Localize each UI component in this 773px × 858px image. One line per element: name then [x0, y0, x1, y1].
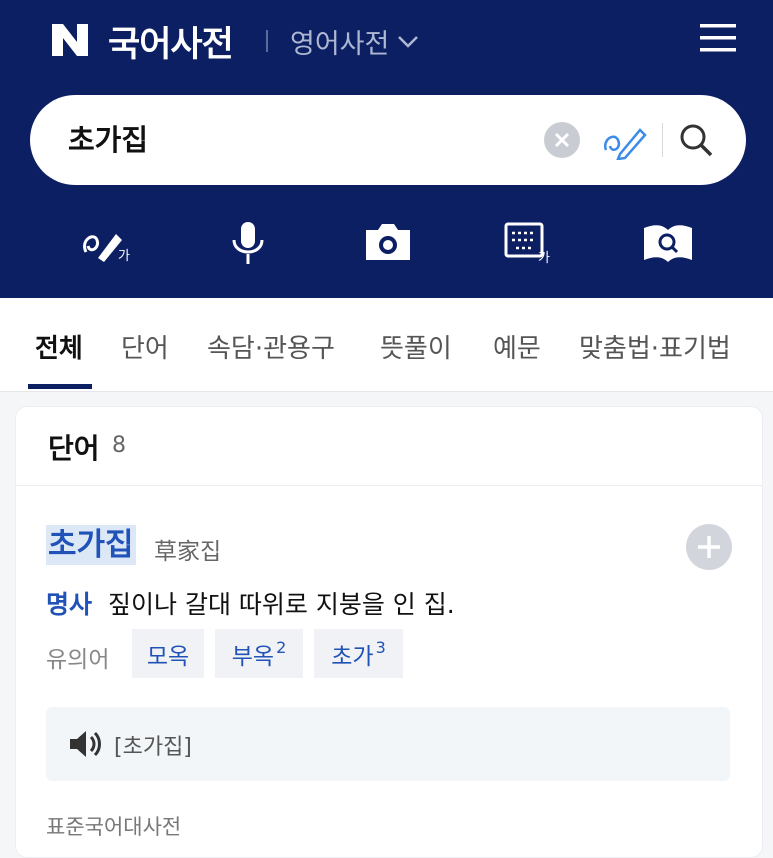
dictionary-source[interactable]: 표준국어대사전 [46, 811, 181, 841]
result-count: 8 [112, 433, 126, 458]
add-to-wordbook-icon[interactable] [686, 524, 732, 570]
header-divider [266, 30, 268, 52]
pronunciation-box: [초가집] [46, 707, 730, 781]
app-header: 국어사전 영어사전 가 [0, 0, 773, 298]
tab-idiom[interactable]: 속담·관용구 [207, 328, 335, 365]
search-icon[interactable] [678, 122, 714, 158]
tab-definition[interactable]: 뜻풀이 [380, 328, 452, 365]
search-input[interactable] [68, 121, 528, 155]
keyboard-icon[interactable]: 가 [500, 218, 556, 266]
entry-hanja: 草家집 [154, 539, 222, 565]
synonym-text: 초가 [331, 643, 374, 670]
synonym-text: 모옥 [146, 643, 190, 670]
clear-icon[interactable] [544, 122, 580, 158]
card-divider [16, 485, 762, 486]
naver-logo-icon[interactable] [50, 22, 90, 58]
microphone-icon[interactable] [220, 218, 276, 266]
search-separator [662, 123, 663, 157]
camera-icon[interactable] [360, 218, 416, 266]
handwriting-icon[interactable] [600, 120, 648, 160]
tab-spelling[interactable]: 맞춤법·표기법 [579, 328, 731, 365]
synonym-homonym-number: 3 [375, 638, 386, 657]
handwriting-input-icon[interactable]: 가 [80, 218, 136, 266]
synonym-label: 유의어 [46, 647, 110, 673]
section-title[interactable]: 단어 [48, 427, 100, 467]
speaker-icon[interactable] [68, 729, 102, 759]
word-results-card: 단어 8 초가집 草家집 명사 짚이나 갈대 따위로 지붕을 인 집. 유의어 … [15, 406, 763, 858]
chevron-down-icon [398, 35, 419, 48]
tab-word[interactable]: 단어 [121, 328, 169, 365]
tab-bar: 전체 단어 속담·관용구 뜻풀이 예문 맞춤법·표기법 [0, 298, 773, 392]
svg-text:가: 가 [538, 251, 550, 266]
dictionary-switch-label: 영어사전 [290, 29, 390, 60]
active-tab-indicator [28, 384, 92, 389]
search-bar [30, 95, 746, 185]
dictionary-search-icon[interactable] [640, 218, 696, 266]
page-title[interactable]: 국어사전 [108, 16, 234, 67]
synonym-chip[interactable]: 모옥 [132, 629, 204, 678]
dictionary-switch[interactable]: 영어사전 [290, 22, 419, 61]
synonym-text: 부옥 [231, 643, 275, 670]
part-of-speech: 명사 [46, 590, 93, 619]
synonym-chip[interactable]: 초가 3 [314, 629, 403, 678]
synonym-homonym-number: 2 [276, 638, 287, 657]
entry-headword[interactable]: 초가집 [46, 525, 136, 565]
tab-example[interactable]: 예문 [493, 328, 541, 365]
svg-text:가: 가 [118, 249, 130, 264]
tab-all[interactable]: 전체 [35, 328, 83, 365]
entry-meaning: 짚이나 갈대 따위로 지붕을 인 집. [108, 590, 455, 619]
synonym-chip[interactable]: 부옥 2 [215, 629, 303, 678]
pronunciation-text: [초가집] [114, 735, 192, 760]
hamburger-menu-icon[interactable] [700, 22, 736, 54]
